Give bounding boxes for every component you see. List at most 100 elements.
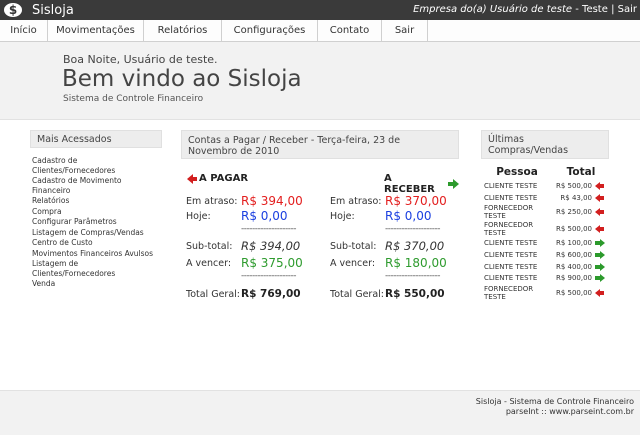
row-pessoa: CLIENTE TESTE [484, 239, 538, 248]
row-pessoa: CLIENTE TESTE [484, 262, 538, 271]
arrow-left-red-icon [595, 181, 604, 190]
arrow-right-green-icon [595, 262, 605, 271]
table-row[interactable]: CLIENTE TESTE R$ 600,00 [481, 249, 609, 261]
separator: - [572, 4, 583, 15]
company-name: Empresa do(a) Usuário de teste [413, 4, 573, 15]
row-valor: R$ 900,00 [555, 274, 592, 283]
most-accessed-panel: Mais Acessados Cadastro de Clientes/Forn… [30, 130, 162, 290]
link-configurar-parametros[interactable]: Configurar Parâmetros [32, 217, 162, 227]
receber-subtotal-value: R$ 370,00 [385, 239, 445, 253]
pagar-subtotal-value: R$ 394,00 [241, 239, 301, 253]
row-pessoa: CLIENTE TESTE [484, 193, 538, 202]
pagar-total-label: Total Geral: [186, 289, 240, 300]
receber-a-vencer-label: A vencer: [330, 258, 376, 269]
link-cadastro-clientes[interactable]: Cadastro de Clientes/Fornecedores [32, 156, 162, 175]
recent-transactions-title: Últimas Compras/Vendas [481, 130, 609, 159]
a-pagar-label: A PAGAR [199, 173, 249, 184]
row-pessoa: FORNECEDOR TESTE [484, 220, 534, 237]
row-valor: R$ 400,00 [555, 262, 592, 271]
link-relatorios[interactable]: Relatórios [32, 196, 162, 206]
row-valor: R$ 500,00 [555, 181, 592, 190]
divider: -------------------- [241, 224, 296, 234]
recent-transactions-panel: Últimas Compras/Vendas Pessoa Total CLIE… [481, 130, 609, 301]
table-row[interactable]: CLIENTE TESTE R$ 900,00 [481, 272, 609, 284]
receber-hoje-value: R$ 0,00 [385, 209, 432, 223]
separator: | [607, 4, 618, 15]
arrow-right-green-icon [595, 250, 605, 259]
receber-total-label: Total Geral: [330, 289, 384, 300]
menu-sair[interactable]: Sair [382, 20, 428, 41]
menu-configuracoes[interactable]: Configurações [222, 20, 318, 41]
table-row[interactable]: CLIENTE TESTE R$ 400,00 [481, 261, 609, 273]
page-subtitle: Sistema de Controle Financeiro [63, 94, 204, 104]
table-row[interactable]: CLIENTE TESTE R$ 43,00 [481, 192, 609, 204]
col-total: Total [566, 166, 596, 178]
pagar-em-atraso-label: Em atraso: [186, 196, 238, 207]
divider: -------------------- [385, 224, 440, 234]
app-title: Sisloja [32, 2, 74, 18]
user-info: Empresa do(a) Usuário de teste - Teste |… [413, 4, 637, 15]
logout-link[interactable]: Sair [618, 4, 637, 15]
user-link[interactable]: Teste [582, 4, 608, 15]
arrow-right-green-icon [448, 179, 459, 189]
most-accessed-title: Mais Acessados [30, 130, 162, 148]
footer-app-name: Sisloja - Sistema de Controle Financeiro [475, 397, 634, 406]
pagar-total-value: R$ 769,00 [241, 288, 301, 300]
table-row[interactable]: CLIENTE TESTE R$ 100,00 [481, 237, 609, 249]
arrow-right-green-icon [595, 239, 605, 248]
table-row[interactable]: FORNECEDOR TESTE R$ 250,00 [481, 203, 609, 220]
row-valor: R$ 500,00 [555, 224, 592, 233]
link-cadastro-movimento[interactable]: Cadastro de Movimento Financeiro [32, 176, 162, 195]
app-logo[interactable]: $ Sisloja [2, 1, 74, 19]
dollar-logo-icon: $ [2, 1, 24, 19]
row-valor: R$ 600,00 [555, 250, 592, 259]
divider: -------------------- [241, 271, 296, 281]
arrow-right-green-icon [595, 274, 605, 283]
a-receber-header: A RECEBER [384, 173, 459, 195]
col-pessoa: Pessoa [496, 166, 538, 178]
receber-total-value: R$ 550,00 [385, 288, 445, 300]
receber-em-atraso-label: Em atraso: [330, 196, 382, 207]
menu-inicio[interactable]: Início [0, 20, 48, 41]
link-centro-custo[interactable]: Centro de Custo [32, 238, 162, 248]
link-listagem-compras[interactable]: Listagem de Compras/Vendas [32, 228, 162, 238]
pagar-subtotal-label: Sub-total: [186, 241, 233, 252]
main-menu: Início Movimentações Relatórios Configur… [0, 20, 640, 42]
receber-hoje-label: Hoje: [330, 211, 355, 222]
table-row[interactable]: CLIENTE TESTE R$ 500,00 [481, 180, 609, 192]
arrow-left-red-icon [595, 207, 604, 216]
receber-subtotal-label: Sub-total: [330, 241, 377, 252]
table-row[interactable]: FORNECEDOR TESTE R$ 500,00 [481, 284, 609, 301]
row-valor: R$ 43,00 [560, 193, 592, 202]
link-listagem-clientes[interactable]: Listagem de Clientes/Fornecedores [32, 259, 162, 278]
recent-transactions-header: Pessoa Total [481, 166, 609, 178]
footer: Sisloja - Sistema de Controle Financeiro… [0, 390, 640, 435]
footer-credits[interactable]: parseInt :: www.parseint.com.br [506, 407, 634, 416]
menu-contato[interactable]: Contato [318, 20, 382, 41]
most-accessed-list: Cadastro de Clientes/Fornecedores Cadast… [30, 156, 162, 289]
divider: -------------------- [385, 271, 440, 281]
link-venda[interactable]: Venda [32, 279, 162, 289]
menu-relatorios[interactable]: Relatórios [144, 20, 222, 41]
arrow-left-red-icon [187, 173, 197, 184]
row-valor: R$ 500,00 [555, 288, 592, 297]
receber-em-atraso-value: R$ 370,00 [385, 194, 447, 208]
pagar-a-vencer-label: A vencer: [186, 258, 232, 269]
link-compra[interactable]: Compra [32, 207, 162, 217]
welcome-banner: Boa Noite, Usuário de teste. Bem vindo a… [0, 42, 640, 120]
row-valor: R$ 250,00 [555, 207, 592, 216]
link-movimentos-avulsos[interactable]: Movimentos Financeiros Avulsos [32, 249, 162, 259]
row-pessoa: FORNECEDOR TESTE [484, 203, 534, 220]
page-title: Bem vindo ao Sisloja [62, 66, 302, 92]
recent-transactions-list: CLIENTE TESTE R$ 500,00 CLIENTE TESTE R$… [481, 180, 609, 301]
pagar-em-atraso-value: R$ 394,00 [241, 194, 303, 208]
menu-movimentacoes[interactable]: Movimentações [48, 20, 144, 41]
row-pessoa: CLIENTE TESTE [484, 181, 538, 190]
accounts-panel: Contas a Pagar / Receber - Terça-feira, … [181, 130, 459, 339]
pagar-hoje-value: R$ 0,00 [241, 209, 288, 223]
table-row[interactable]: FORNECEDOR TESTE R$ 500,00 [481, 220, 609, 237]
row-pessoa: CLIENTE TESTE [484, 274, 538, 283]
top-bar: $ Sisloja Empresa do(a) Usuário de teste… [0, 0, 640, 20]
row-pessoa: CLIENTE TESTE [484, 250, 538, 259]
row-pessoa: FORNECEDOR TESTE [484, 284, 534, 301]
